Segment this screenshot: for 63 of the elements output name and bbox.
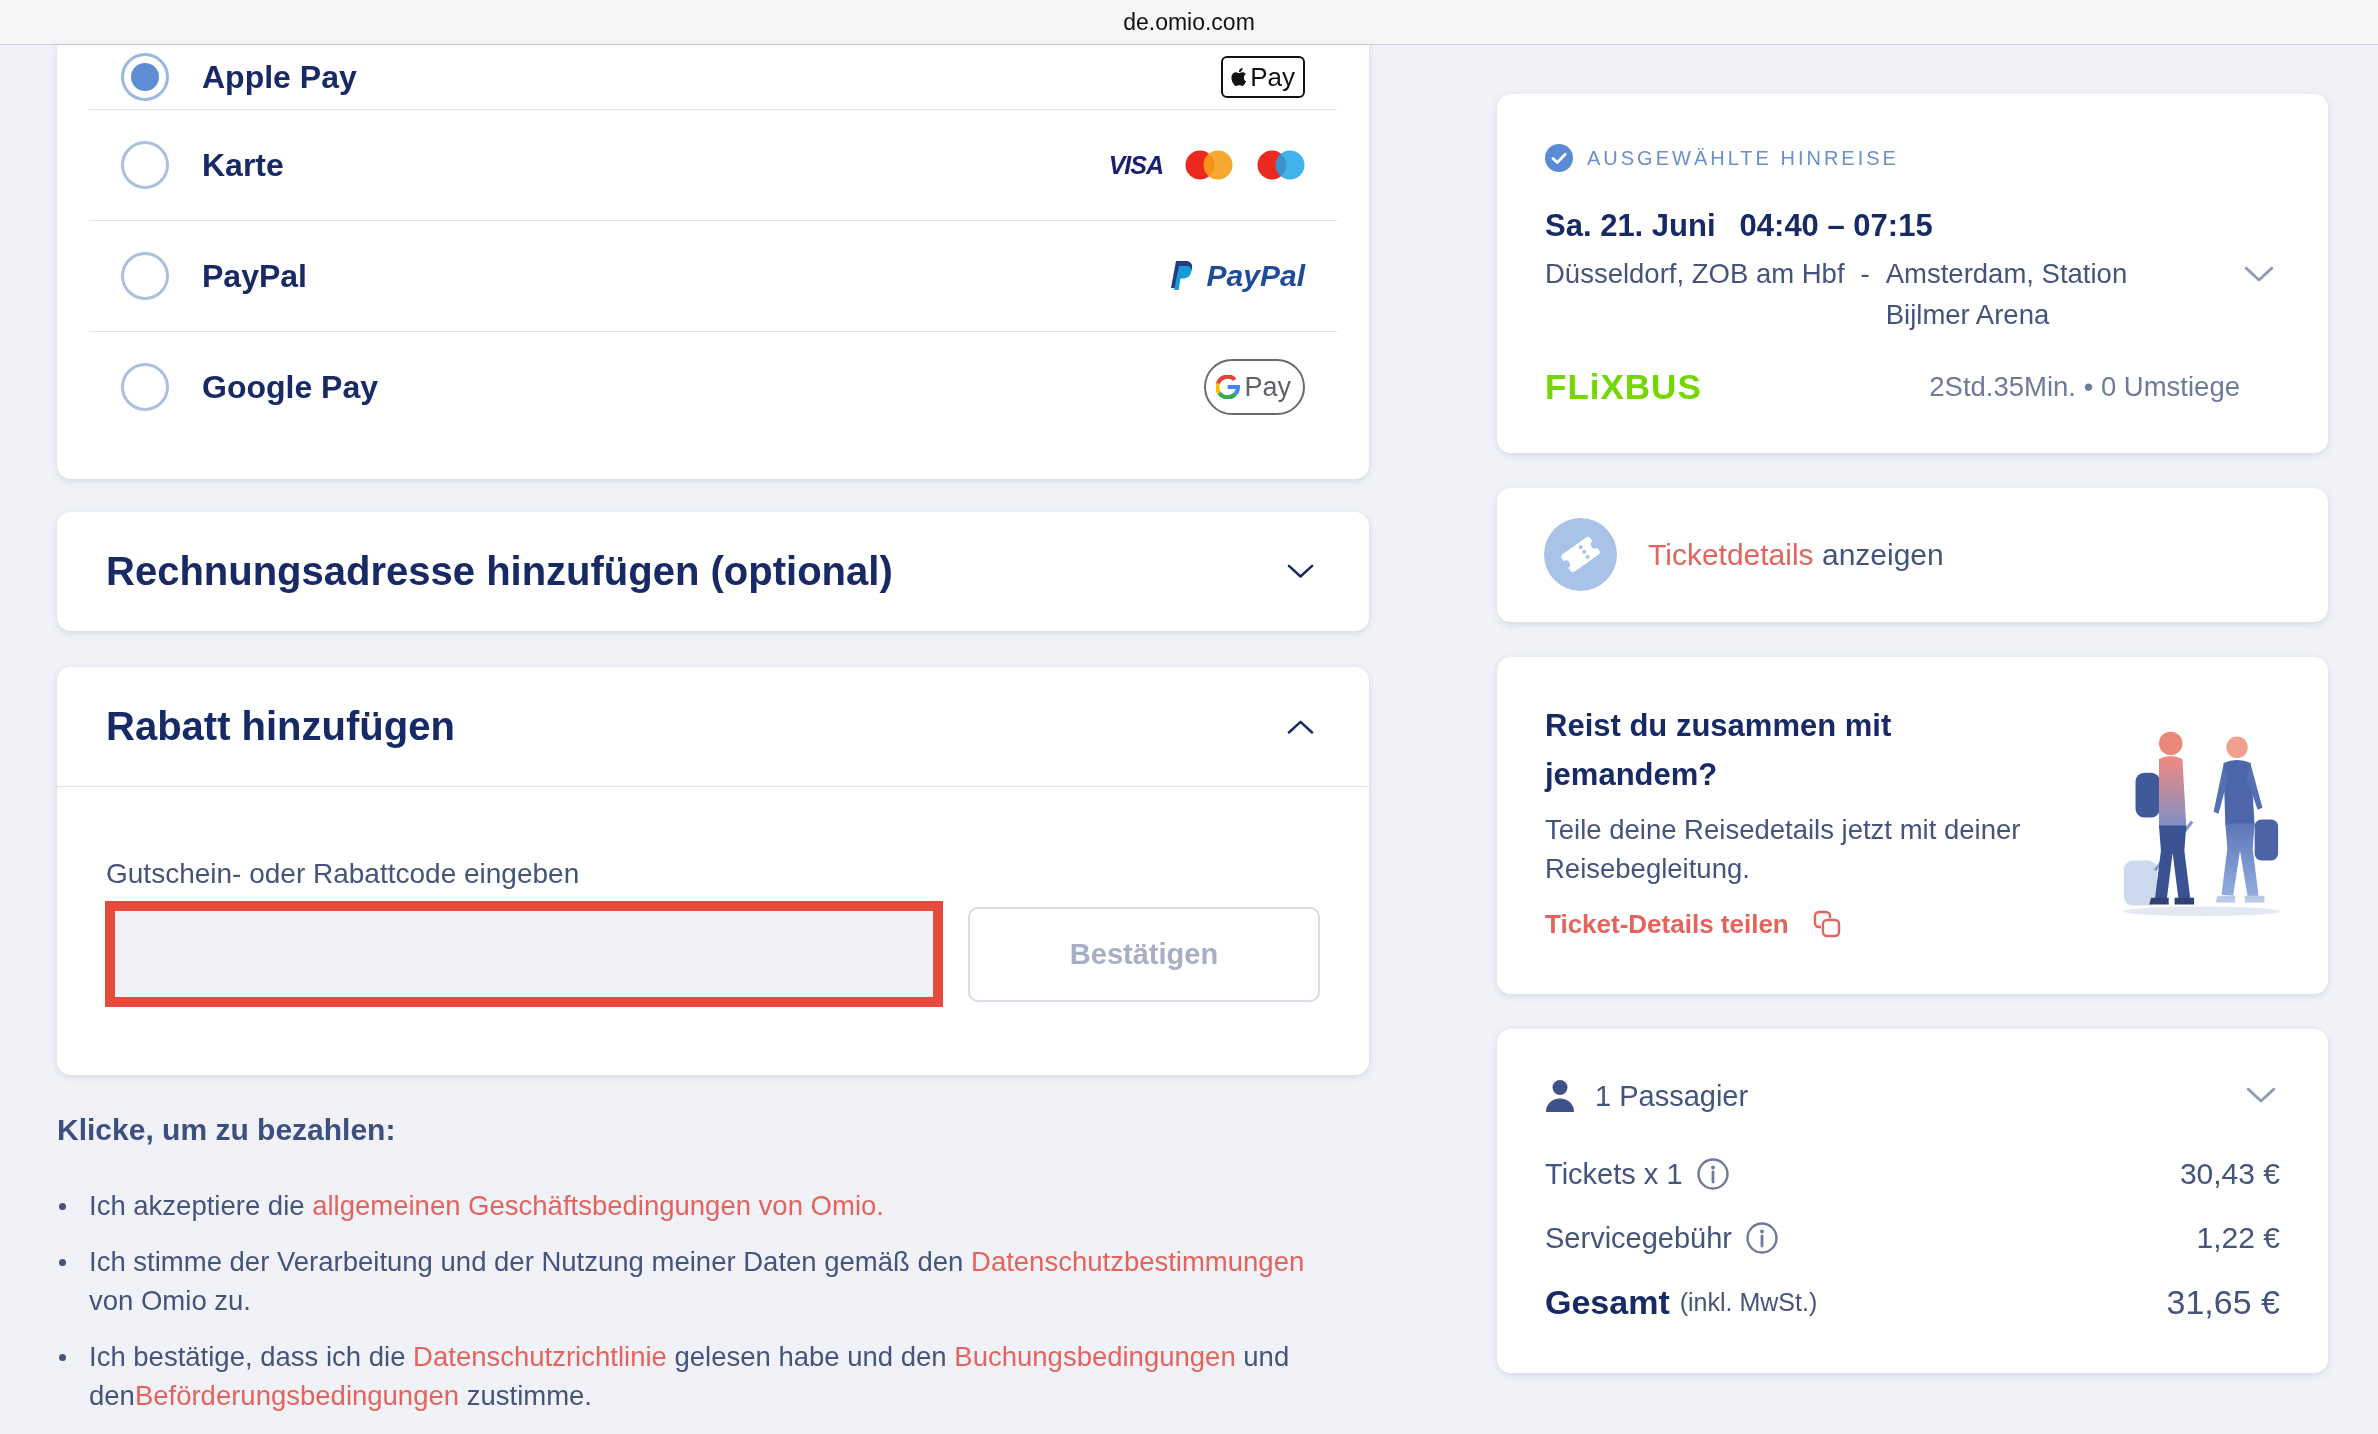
logo-text: PayPal xyxy=(1206,259,1305,293)
terms-text: Ich akzeptiere die allgemeinen Geschäftsbedingungen von Omio. xyxy=(89,1189,884,1223)
g-logo-icon xyxy=(1216,375,1241,399)
share-description: Teile deine Reisedetails jetzt mit deiner Reisebegleitung. xyxy=(1545,813,2022,886)
person-icon xyxy=(1543,1079,1577,1113)
bullet-icon xyxy=(59,1203,66,1210)
share-title: Reist du zusammen mit jemandem? xyxy=(1545,707,1893,794)
radio-button[interactable] xyxy=(121,141,169,189)
field-label: Gutschein- oder Rabattcode eingeben xyxy=(106,857,581,891)
tax-note: (inkl. MwSt.) xyxy=(1679,1287,1818,1317)
ticket-details-text: Ticketdetails anzeigen xyxy=(1648,537,1944,572)
terms-link[interactable]: Datenschutzbestimmungen xyxy=(971,1245,1305,1277)
terms-text: Ich bestätige, dass ich die Datenschutzrichtlinie gelesen habe und den Buchungsbedingungen und denBeförderungsbedingungen zustimme. xyxy=(89,1339,1291,1413)
logo-text: VISA xyxy=(1108,150,1163,180)
terms-heading: Klicke, um zu bezahlen: xyxy=(57,1112,397,1148)
info-icon[interactable] xyxy=(1696,1158,1729,1190)
bullet-icon xyxy=(59,1258,66,1266)
operator-logo: FLiXBUS xyxy=(1545,366,1702,408)
price-label: Tickets x 1 xyxy=(1545,1157,1683,1191)
overlapping-circles-icon xyxy=(1257,150,1305,180)
terms-text: Ich stimme der Verarbeitung und der Nutzung meiner Daten gemäß den Datenschutzbestimmungen von Omio zu. xyxy=(89,1244,1306,1318)
info-icon[interactable] xyxy=(1746,1222,1778,1254)
logo-text: Pay xyxy=(1244,371,1291,403)
radio-button[interactable] xyxy=(121,363,169,411)
share-link[interactable]: Ticket-Details teilen xyxy=(1545,906,1789,942)
voucher-code-field[interactable] xyxy=(105,901,943,1007)
p-logo-icon xyxy=(1168,260,1195,292)
terms-link[interactable]: allgemeinen Geschäftsbedingungen von Omio. xyxy=(312,1190,884,1221)
chevron-down-icon[interactable] xyxy=(2246,1087,2276,1105)
price-amount: 1,22 € xyxy=(2196,1221,2280,1255)
trip-summary: 2Std.35Min. • 0 Umstiege xyxy=(1929,371,2240,403)
payment-method-label: Google Pay xyxy=(202,368,379,406)
total-amount: 31,65 € xyxy=(2166,1282,2280,1322)
terms-link[interactable]: Datenschutzrichtlinie xyxy=(413,1340,667,1372)
check-circle-icon xyxy=(1545,144,1573,172)
price-label: Servicegebühr xyxy=(1545,1221,1732,1255)
copy-icon[interactable] xyxy=(1812,910,1841,938)
radio-button[interactable] xyxy=(121,252,169,300)
trip-date: Sa. 21. Juni xyxy=(1545,207,1716,245)
bullet-icon xyxy=(59,1353,66,1361)
arrival-station: Amsterdam, Station Bijlmer Arena xyxy=(1885,257,2129,332)
discount-toggle[interactable]: Rabatt hinzufügen xyxy=(57,667,1369,787)
passenger-count: 1 Passagier xyxy=(1595,1079,1749,1113)
route-separator: - xyxy=(1860,257,1870,291)
total-label: Gesamt xyxy=(1545,1282,1670,1322)
logo-text: Pay xyxy=(1250,61,1295,93)
ticket-icon xyxy=(1544,518,1617,591)
overlapping-circles-icon xyxy=(1185,150,1233,180)
section-label: AUSGEWÄHLTE HINREISE xyxy=(1587,146,1899,170)
ticket-details-link[interactable]: Ticketdetails xyxy=(1648,537,1814,571)
chevron-down-icon[interactable] xyxy=(2244,266,2274,284)
payment-method-label: Apple Pay xyxy=(202,58,357,96)
payment-method-label: PayPal xyxy=(202,257,307,295)
url-text[interactable]: de.omio.com xyxy=(1123,8,1255,36)
radio-button[interactable] xyxy=(121,53,169,101)
trip-time: 04:40 – 07:15 xyxy=(1739,207,1933,245)
payment-method-label: Karte xyxy=(202,146,284,184)
departure-station: Düsseldorf, ZOB am Hbf xyxy=(1545,257,1845,291)
price-amount: 30,43 € xyxy=(2179,1157,2280,1191)
apple-icon xyxy=(1229,66,1248,88)
terms-link[interactable]: Buchungsbedingungen xyxy=(954,1340,1236,1372)
terms-link[interactable]: Beförderungsbedingungen xyxy=(134,1380,460,1411)
billing-address-toggle[interactable]: Rechnungsadresse hinzufügen (optional) xyxy=(57,512,1369,631)
